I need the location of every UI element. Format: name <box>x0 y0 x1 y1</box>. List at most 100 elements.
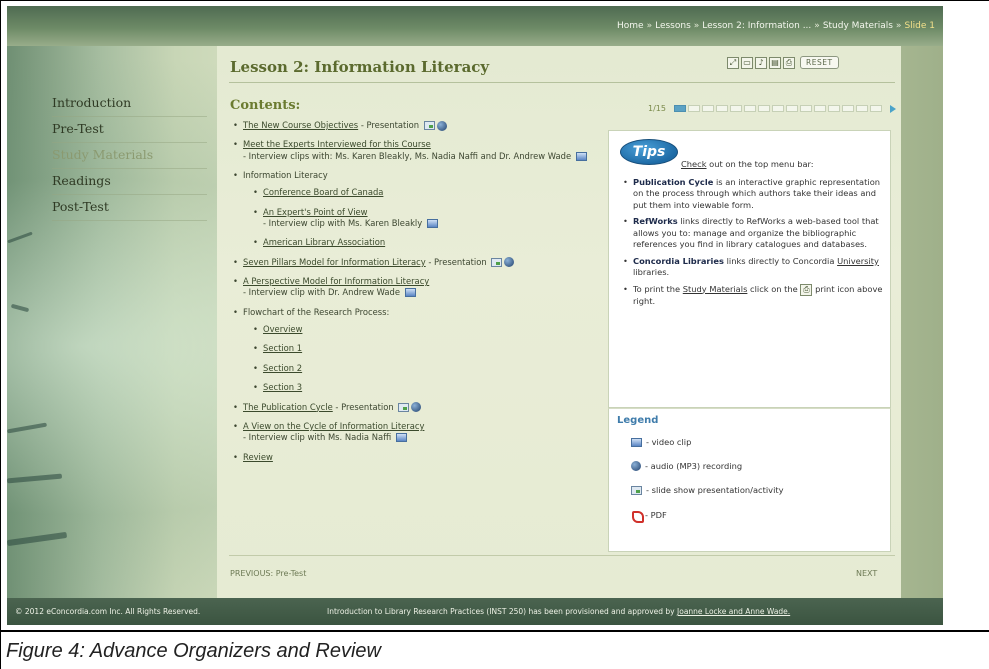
tip-title: Concordia Libraries <box>633 255 724 266</box>
progress-segment[interactable] <box>869 105 882 112</box>
link-ala[interactable]: American Library Association <box>263 237 385 247</box>
sub-list: Conference Board of Canada An Expert's P… <box>253 187 603 249</box>
item-label: Information Literacy <box>243 170 328 181</box>
slideshow-icon <box>631 485 642 495</box>
item-label: Flowchart of the Research Process: <box>243 306 390 317</box>
progress-segment[interactable] <box>855 105 868 112</box>
next-slide-arrow-icon[interactable] <box>889 104 896 113</box>
footer-authors-link[interactable]: Joanne Locke and Anne Wade. <box>677 607 790 616</box>
audio-icon[interactable] <box>436 120 447 131</box>
nav-pre-test[interactable]: Pre-Test <box>52 117 207 143</box>
legend-label: - PDF <box>645 509 667 520</box>
video-icon[interactable] <box>426 219 438 229</box>
link-experts-view[interactable]: An Expert's Point of View <box>263 207 368 217</box>
tip-item: RefWorks links directly to RefWorks a we… <box>623 216 885 250</box>
link-meet-experts[interactable]: Meet the Experts Interviewed for this Co… <box>243 139 431 149</box>
progress-segment[interactable] <box>785 105 798 112</box>
list-item: The Publication Cycle - Presentation <box>233 402 603 413</box>
link-section-2[interactable]: Section 2 <box>263 363 302 373</box>
legend-item: - PDF <box>629 509 667 523</box>
link-study-materials[interactable]: Study Materials <box>683 284 748 294</box>
link-perspective-model[interactable]: A Perspective Model for Information Lite… <box>243 276 429 286</box>
footer: © 2012 eConcordia.com Inc. All Rights Re… <box>7 598 943 625</box>
tips-check-link[interactable]: Check <box>681 159 707 169</box>
item-type: - Presentation <box>425 256 487 267</box>
link-seven-pillars[interactable]: Seven Pillars Model for Information Lite… <box>243 257 426 267</box>
list-item: Meet the Experts Interviewed for this Co… <box>233 139 603 162</box>
link-course-objectives[interactable]: The New Course Objectives <box>243 120 358 130</box>
next-link[interactable]: NEXT <box>856 569 877 578</box>
nav-readings[interactable]: Readings <box>52 169 207 195</box>
progress-bar[interactable] <box>673 105 882 112</box>
tip-title: RefWorks <box>633 216 678 227</box>
video-icon[interactable] <box>404 288 416 298</box>
slideshow-icon[interactable] <box>398 402 410 412</box>
progress-segment[interactable] <box>701 105 714 112</box>
print-preview-icon[interactable]: ▤ <box>769 56 781 69</box>
tips-badge: Tips <box>620 139 678 165</box>
tip-text: libraries. <box>633 267 670 278</box>
link-conference-board[interactable]: Conference Board of Canada <box>263 187 383 197</box>
sub-list-item: Conference Board of Canada <box>253 187 603 199</box>
progress-count: 1/15 <box>648 104 666 113</box>
legend-title: Legend <box>617 415 659 426</box>
bottom-divider <box>229 555 895 556</box>
link-section-1[interactable]: Section 1 <box>263 343 302 353</box>
link-view-on-cycle[interactable]: A View on the Cycle of Information Liter… <box>243 421 424 431</box>
slideshow-icon[interactable] <box>491 257 503 267</box>
nav-post-test[interactable]: Post-Test <box>52 195 207 221</box>
legend-item: - video clip <box>629 437 691 447</box>
contents-heading: Contents: <box>230 98 301 113</box>
legend-label: - audio (MP3) recording <box>645 461 743 471</box>
tip-item: To print the Study Materials click on th… <box>623 283 885 307</box>
tip-item: Publication Cycle is an interactive grap… <box>623 177 885 211</box>
audio-icon <box>631 461 641 471</box>
tips-list: Publication Cycle is an interactive grap… <box>623 177 885 312</box>
link-concordia-university[interactable]: University <box>837 256 879 266</box>
pdf-icon <box>631 509 644 523</box>
item-type: - Presentation <box>358 120 420 130</box>
progress-segment[interactable] <box>743 105 756 112</box>
video-icon[interactable] <box>395 433 407 443</box>
progress-segment[interactable] <box>841 105 854 112</box>
list-item: Information Literacy Conference Board of… <box>233 170 603 249</box>
progress-segment[interactable] <box>687 105 700 112</box>
progress-segment[interactable] <box>757 105 770 112</box>
footer-note: Introduction to Library Research Practic… <box>327 607 790 616</box>
tips-intro-text: out on the top menu bar: <box>706 159 814 169</box>
resize-icon[interactable]: ⤢ <box>727 56 739 69</box>
previous-link[interactable]: PREVIOUS: Pre-Test <box>230 569 306 578</box>
progress-segment[interactable] <box>715 105 728 112</box>
legend-panel: Legend - video clip - audio (MP3) record… <box>608 408 891 552</box>
link-overview[interactable]: Overview <box>263 324 302 334</box>
item-description: - Interview clip with Ms. Karen Bleakly <box>263 218 423 229</box>
sub-list-item: Section 1 <box>253 343 603 355</box>
progress-segment[interactable] <box>813 105 826 112</box>
item-type: - Presentation <box>332 401 394 412</box>
progress-segment[interactable] <box>729 105 742 112</box>
tip-item: Concordia Libraries links directly to Co… <box>623 256 885 279</box>
reset-button[interactable]: RESET <box>800 56 839 69</box>
item-description: - Interview clips with: Ms. Karen Bleakl… <box>243 150 572 161</box>
flash-icon[interactable]: ♪ <box>755 56 767 69</box>
nav-study-materials[interactable]: Study Materials <box>52 143 207 169</box>
sub-list-item: Section 3 <box>253 382 603 394</box>
progress-segment[interactable] <box>771 105 784 112</box>
tip-title: Publication Cycle <box>633 177 714 187</box>
link-review[interactable]: Review <box>243 452 273 462</box>
link-publication-cycle[interactable]: The Publication Cycle <box>243 402 333 412</box>
title-divider <box>229 82 895 83</box>
progress-segment[interactable] <box>799 105 812 112</box>
audio-icon[interactable] <box>411 402 422 412</box>
progress-segment[interactable] <box>827 105 840 112</box>
link-section-3[interactable]: Section 3 <box>263 382 302 392</box>
progress-segment[interactable] <box>673 105 686 112</box>
print-icon: ⎙ <box>800 283 813 296</box>
window-icon[interactable]: ▭ <box>741 56 753 69</box>
nav-introduction[interactable]: Introduction <box>52 91 207 117</box>
slideshow-icon[interactable] <box>423 121 435 130</box>
audio-icon[interactable] <box>504 257 515 268</box>
print-icon[interactable]: ⎙ <box>783 56 795 69</box>
footer-note-text: Introduction to Library Research Practic… <box>327 607 678 616</box>
video-icon[interactable] <box>575 151 587 161</box>
